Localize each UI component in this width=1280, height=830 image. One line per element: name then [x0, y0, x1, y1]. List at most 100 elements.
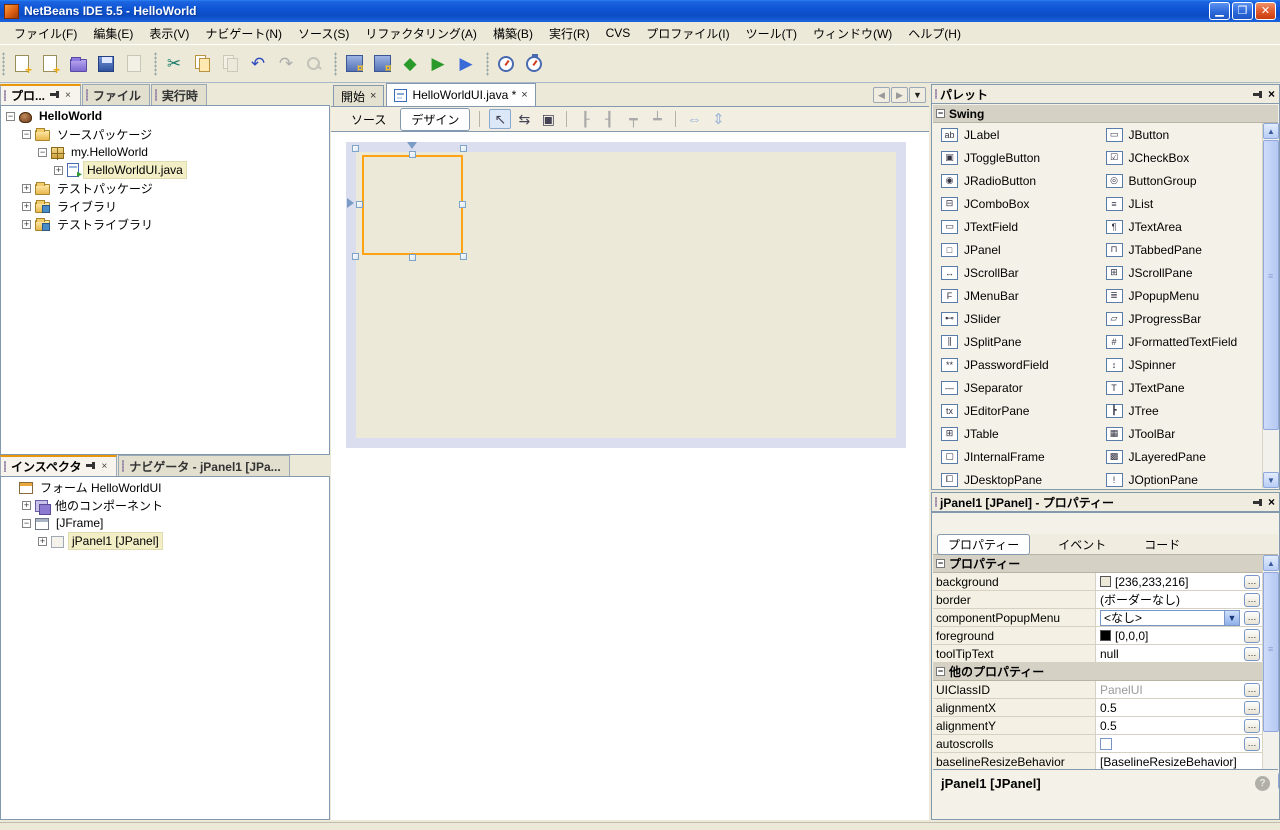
toolbar-button-clean-build[interactable]: [368, 50, 396, 78]
properties-tab-code[interactable]: コード: [1134, 535, 1190, 554]
property-section-1[interactable]: −他のプロパティー: [933, 663, 1262, 681]
palette-item-jtogglebutton[interactable]: ▣JToggleButton: [933, 146, 1098, 169]
scroll-thumb[interactable]: [1263, 140, 1279, 430]
menu-tools[interactable]: ツール(T): [738, 22, 805, 45]
properties-close-icon[interactable]: ×: [1268, 495, 1275, 509]
toolbar-button-run-file[interactable]: ▶: [424, 50, 452, 78]
palette-item-jpopupmenu[interactable]: ≣JPopupMenu: [1098, 284, 1263, 307]
palette-item-jcheckbox[interactable]: ☑JCheckBox: [1098, 146, 1263, 169]
toolbar-button-open-file[interactable]: [120, 50, 148, 78]
palette-item-jeditorpane[interactable]: txJEditorPane: [933, 399, 1098, 422]
property-row-foreground[interactable]: foreground[0,0,0]…: [933, 627, 1262, 645]
minus-expander-icon[interactable]: −: [22, 519, 31, 528]
toolbar-button-paste[interactable]: [216, 50, 244, 78]
ellipsis-button[interactable]: …: [1244, 719, 1260, 733]
collapse-icon[interactable]: −: [936, 559, 945, 568]
palette-pin-icon[interactable]: [1253, 90, 1262, 99]
properties-pin-icon[interactable]: [1253, 498, 1262, 507]
align-left-icon[interactable]: ┠: [574, 109, 596, 129]
properties-tab-events[interactable]: イベント: [1048, 535, 1116, 554]
toolbar-button-save-all[interactable]: [92, 50, 120, 78]
scroll-up-icon[interactable]: ▲: [1263, 555, 1279, 571]
combo-arrow-icon[interactable]: ▼: [1224, 611, 1239, 625]
connection-mode-icon[interactable]: ⇆: [513, 109, 535, 129]
selection-mode-icon[interactable]: ↖: [489, 109, 511, 129]
scroll-tabs-left-icon[interactable]: ◀: [873, 87, 890, 103]
plus-expander-icon[interactable]: +: [22, 202, 31, 211]
palette-item-jprogressbar[interactable]: ▱JProgressBar: [1098, 307, 1263, 330]
ellipsis-button[interactable]: …: [1244, 683, 1260, 697]
menu-navigate[interactable]: ナビゲート(N): [197, 22, 290, 45]
doc-tab-helloworldui[interactable]: HelloWorldUI.java *×: [386, 83, 535, 106]
menu-profile[interactable]: プロファイル(I): [638, 22, 737, 45]
palette-item-jlabel[interactable]: abJLabel: [933, 123, 1098, 146]
property-section-0[interactable]: −プロパティー: [933, 555, 1262, 573]
plus-expander-icon[interactable]: +: [38, 537, 47, 546]
align-top-icon[interactable]: ┯: [622, 109, 644, 129]
menu-build[interactable]: 構築(B): [485, 22, 541, 45]
property-row-background[interactable]: background[236,233,216]…: [933, 573, 1262, 591]
toolbar-button-find[interactable]: [300, 50, 328, 78]
design-view-button[interactable]: デザイン: [400, 108, 470, 131]
property-row-toolTipText[interactable]: toolTipTextnull…: [933, 645, 1262, 663]
projects-tree-row-4[interactable]: +テストパッケージ: [2, 179, 328, 197]
palette-item-jtextpane[interactable]: TJTextPane: [1098, 376, 1263, 399]
palette-item-jpanel[interactable]: □JPanel: [933, 238, 1098, 261]
jframe-design-surface[interactable]: [346, 142, 906, 448]
menu-file[interactable]: ファイル(F): [6, 22, 85, 45]
palette-item-jtextfield[interactable]: ▭JTextField: [933, 215, 1098, 238]
scroll-thumb[interactable]: [1263, 572, 1279, 732]
ellipsis-button[interactable]: …: [1244, 593, 1260, 607]
inspector-tab-inspector[interactable]: インスペクタ×: [0, 455, 117, 476]
inspector-tree-row-3[interactable]: +jPanel1 [JPanel]: [2, 532, 328, 550]
minus-expander-icon[interactable]: −: [38, 148, 47, 157]
resize-handle-top-left[interactable]: [352, 145, 359, 152]
menu-refactor[interactable]: リファクタリング(A): [357, 22, 485, 45]
ellipsis-button[interactable]: …: [1244, 647, 1260, 661]
selected-jpanel1[interactable]: [362, 155, 463, 255]
inspector-tree-row-1[interactable]: +他のコンポーネント: [2, 496, 328, 514]
palette-item-jlist[interactable]: ≡JList: [1098, 192, 1263, 215]
align-right-icon[interactable]: ┨: [598, 109, 620, 129]
projects-tree-row-0[interactable]: −HelloWorld: [2, 107, 328, 125]
palette-item-jtoolbar[interactable]: ▦JToolBar: [1098, 422, 1263, 445]
preview-design-icon[interactable]: ▣: [537, 109, 559, 129]
align-bottom-icon[interactable]: ┷: [646, 109, 668, 129]
palette-item-jtree[interactable]: ┣JTree: [1098, 399, 1263, 422]
plus-expander-icon[interactable]: +: [22, 184, 31, 193]
toolbar-button-new-file[interactable]: [8, 50, 36, 78]
resize-horizontal-icon[interactable]: ⇔: [683, 109, 705, 129]
restore-button[interactable]: ❐: [1232, 2, 1253, 20]
toolbar-button-cut[interactable]: ✂: [160, 50, 188, 78]
palette-item-jformattedtextfield[interactable]: #JFormattedTextField: [1098, 330, 1263, 353]
projects-tree-row-1[interactable]: −ソースパッケージ: [2, 125, 328, 143]
projects-tab-projects[interactable]: プロ...×: [0, 84, 81, 105]
close-button[interactable]: ✕: [1255, 2, 1276, 20]
menu-source[interactable]: ソース(S): [290, 22, 357, 45]
palette-item-jsplitpane[interactable]: ∥JSplitPane: [933, 330, 1098, 353]
tab-list-dropdown-icon[interactable]: ▼: [909, 87, 926, 103]
menu-help[interactable]: ヘルプ(H): [900, 22, 969, 45]
ellipsis-button[interactable]: …: [1244, 737, 1260, 751]
toolbar-button-undo[interactable]: ↶: [244, 50, 272, 78]
minus-expander-icon[interactable]: −: [22, 130, 31, 139]
minus-expander-icon[interactable]: −: [6, 112, 15, 121]
resize-handle-top-right[interactable]: [460, 145, 467, 152]
menu-edit[interactable]: 編集(E): [85, 22, 141, 45]
form-designer-canvas[interactable]: [331, 132, 929, 820]
ellipsis-button[interactable]: …: [1244, 575, 1260, 589]
plus-expander-icon[interactable]: +: [22, 501, 31, 510]
source-view-button[interactable]: ソース: [341, 109, 396, 130]
toolbar-button-debug-main-project[interactable]: ▶: [452, 50, 480, 78]
projects-tree-row-6[interactable]: +テストライブラリ: [2, 215, 328, 233]
projects-tab-files[interactable]: ファイル: [82, 84, 150, 105]
projects-pin-icon[interactable]: [49, 90, 60, 102]
toolbar-button-copy[interactable]: [188, 50, 216, 78]
resize-vertical-icon[interactable]: ⇕: [707, 109, 729, 129]
resize-handle-top-center[interactable]: [409, 151, 416, 158]
projects-tree-row-5[interactable]: +ライブラリ: [2, 197, 328, 215]
inspector-tree-row-0[interactable]: フォーム HelloWorldUI: [2, 478, 328, 496]
resize-handle-bottom-left[interactable]: [352, 253, 359, 260]
help-icon[interactable]: ?: [1255, 776, 1270, 791]
ellipsis-button[interactable]: …: [1244, 701, 1260, 715]
